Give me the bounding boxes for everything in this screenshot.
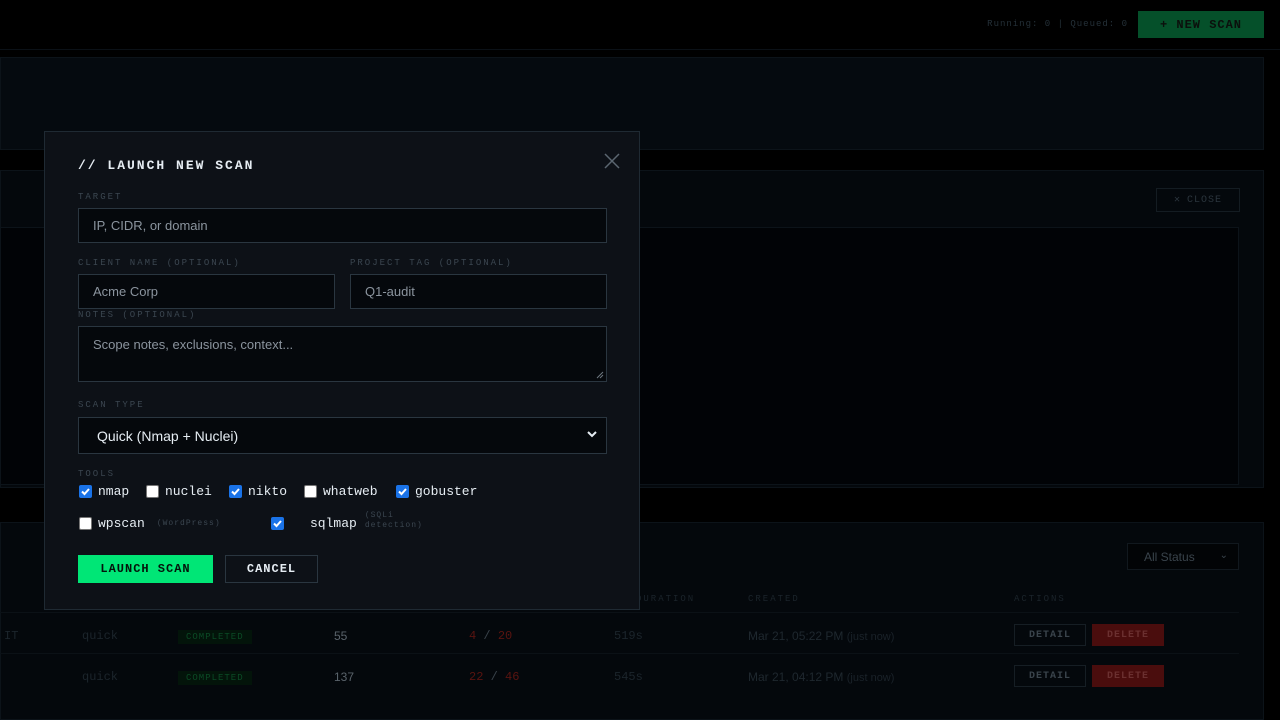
row-duration: 519s bbox=[614, 629, 643, 643]
chevron-down-icon: ⌄ bbox=[1219, 550, 1228, 561]
cancel-button[interactable]: CANCEL bbox=[225, 555, 318, 583]
modal-close-button[interactable] bbox=[602, 151, 622, 171]
project-tag-label: PROJECT TAG (OPTIONAL) bbox=[350, 258, 513, 268]
row-created-date: Mar 21, 04:12 PM bbox=[748, 670, 844, 684]
checkbox-unchecked-icon[interactable] bbox=[146, 485, 159, 498]
checkbox-checked-icon[interactable] bbox=[271, 517, 284, 530]
checkbox-checked-icon[interactable] bbox=[229, 485, 242, 498]
tool-hint-line: detection) bbox=[364, 520, 423, 530]
launch-scan-modal: // LAUNCH NEW SCAN TARGET IP, CIDR, or d… bbox=[44, 131, 640, 610]
close-icon: ✕ bbox=[1173, 195, 1181, 206]
row-created-note: (just now) bbox=[846, 672, 895, 684]
run-stats: Running: 0 | Queued: 0 bbox=[987, 19, 1128, 29]
client-name-label: CLIENT NAME (OPTIONAL) bbox=[78, 258, 241, 268]
target-input[interactable]: IP, CIDR, or domain bbox=[78, 208, 607, 243]
tool-sqlmap-checkbox[interactable]: sqlmap (SQLi detection) bbox=[271, 511, 423, 531]
tool-wpscan-checkbox[interactable]: wpscan (WordPress) bbox=[79, 516, 221, 531]
top-bar: Running: 0 | Queued: 0 + NEW SCAN bbox=[0, 0, 1280, 50]
checkbox-unchecked-icon[interactable] bbox=[79, 517, 92, 530]
severity-separator: / bbox=[483, 629, 491, 643]
row-findings-count: 137 bbox=[334, 670, 355, 684]
tool-nikto-checkbox[interactable]: nikto bbox=[229, 484, 287, 499]
detail-button[interactable]: DETAIL bbox=[1014, 624, 1086, 646]
column-header-created: CREATED bbox=[748, 594, 800, 604]
scan-type-value: Quick (Nmap + Nuclei) bbox=[97, 427, 239, 444]
row-findings-count: 55 bbox=[334, 629, 348, 643]
status-filter-select[interactable]: All Status ⌄ bbox=[1127, 543, 1239, 570]
severity-critical: 22 bbox=[469, 670, 484, 684]
project-tag-input[interactable]: Q1-audit bbox=[350, 274, 607, 309]
detail-button[interactable]: DETAIL bbox=[1014, 665, 1086, 687]
scan-type-label: SCAN TYPE bbox=[78, 400, 145, 410]
table-divider bbox=[0, 612, 1239, 613]
row-scan-type: quick bbox=[82, 670, 119, 684]
table-divider bbox=[0, 653, 1239, 654]
resize-handle-icon bbox=[596, 371, 604, 379]
chevron-down-icon bbox=[587, 431, 597, 438]
launch-scan-button[interactable]: LAUNCH SCAN bbox=[78, 555, 213, 583]
severity-high: 20 bbox=[497, 629, 513, 643]
delete-button[interactable]: DELETE bbox=[1092, 665, 1164, 687]
row-severity: 22 / 46 bbox=[469, 670, 519, 684]
row-created-note: (just now) bbox=[846, 631, 895, 643]
checkbox-unchecked-icon[interactable] bbox=[304, 485, 317, 498]
notes-textarea[interactable]: Scope notes, exclusions, context... bbox=[78, 326, 607, 382]
target-label: TARGET bbox=[78, 192, 123, 202]
tool-label: sqlmap bbox=[310, 516, 357, 531]
tool-label: whatweb bbox=[323, 484, 378, 499]
column-header-actions: ACTIONS bbox=[1014, 594, 1066, 604]
tool-gobuster-checkbox[interactable]: gobuster bbox=[396, 484, 477, 499]
delete-button[interactable]: DELETE bbox=[1092, 624, 1164, 646]
tool-label: wpscan bbox=[98, 516, 145, 531]
tool-label: nmap bbox=[98, 484, 130, 499]
tool-label: nikto bbox=[248, 484, 288, 499]
notes-placeholder: Scope notes, exclusions, context... bbox=[93, 337, 294, 352]
severity-separator: / bbox=[490, 670, 498, 684]
new-scan-button[interactable]: + NEW SCAN bbox=[1138, 11, 1264, 38]
status-badge: COMPLETED bbox=[178, 630, 252, 644]
row-created-date: Mar 21, 05:22 PM bbox=[748, 629, 844, 643]
tools-label: TOOLS bbox=[78, 469, 116, 479]
status-badge: COMPLETED bbox=[178, 671, 252, 685]
severity-high: 46 bbox=[505, 670, 520, 684]
severity-critical: 4 bbox=[469, 629, 477, 643]
tool-hint-line: (SQLi bbox=[364, 510, 394, 520]
modal-title: // LAUNCH NEW SCAN bbox=[78, 158, 255, 173]
client-name-input[interactable]: Acme Corp bbox=[78, 274, 335, 309]
output-close-label: CLOSE bbox=[1187, 194, 1223, 206]
row-target: IT bbox=[4, 629, 19, 643]
tool-label: nuclei bbox=[165, 484, 212, 499]
output-close-button[interactable]: ✕ CLOSE bbox=[1156, 188, 1240, 212]
scan-type-select[interactable]: Quick (Nmap + Nuclei) bbox=[78, 417, 607, 454]
notes-label: NOTES (OPTIONAL) bbox=[78, 310, 197, 320]
tool-label: gobuster bbox=[415, 484, 478, 499]
tool-hint: (WordPress) bbox=[156, 518, 221, 528]
close-icon bbox=[604, 153, 620, 169]
row-duration: 545s bbox=[614, 670, 643, 684]
row-created: Mar 21, 05:22 PM (just now) bbox=[748, 629, 894, 643]
checkbox-checked-icon[interactable] bbox=[79, 485, 92, 498]
checkbox-checked-icon[interactable] bbox=[396, 485, 409, 498]
tool-whatweb-checkbox[interactable]: whatweb bbox=[304, 484, 378, 499]
column-header-duration: DURATION bbox=[636, 594, 696, 604]
row-created: Mar 21, 04:12 PM (just now) bbox=[748, 670, 894, 684]
row-severity: 4 / 20 bbox=[469, 629, 512, 643]
tool-hint: (SQLi detection) bbox=[365, 511, 423, 531]
tool-nuclei-checkbox[interactable]: nuclei bbox=[146, 484, 212, 499]
tool-nmap-checkbox[interactable]: nmap bbox=[79, 484, 129, 499]
row-scan-type: quick bbox=[82, 629, 119, 643]
status-filter-value: All Status bbox=[1144, 549, 1195, 564]
